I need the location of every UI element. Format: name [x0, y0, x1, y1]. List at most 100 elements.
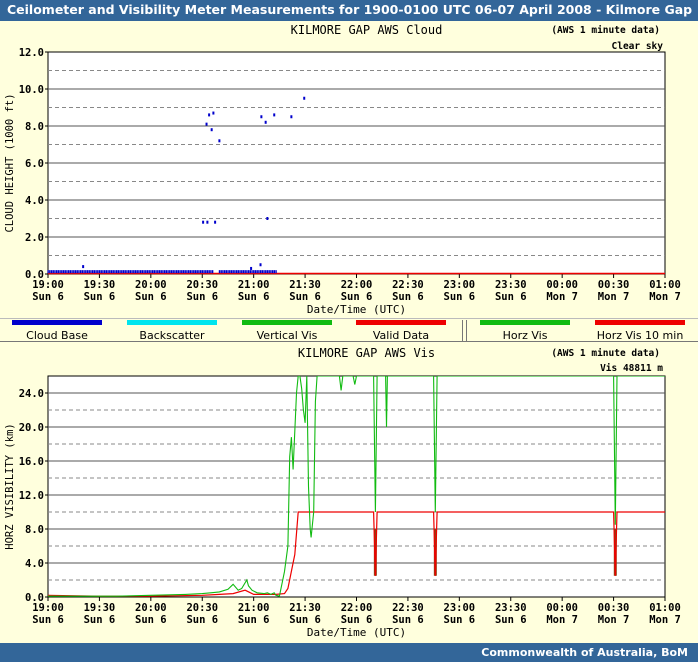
x-tick-label: 01:00 [649, 602, 681, 614]
legend-item: Valid Data [356, 320, 446, 342]
cloud-base-point [181, 270, 183, 274]
x-tick-label: Sun 6 [289, 614, 321, 626]
cloud-base-point [193, 270, 195, 274]
cloud-base-point [112, 270, 114, 274]
cloud-base-point [71, 270, 73, 274]
cloud-base-point [143, 270, 145, 274]
cloud-base-point [97, 270, 99, 274]
cloud-base-point [239, 270, 241, 274]
cloud-base-point [244, 270, 246, 274]
cloud-base-point [253, 270, 255, 274]
cloud-base-point [223, 270, 226, 274]
cloud-base-point [182, 270, 185, 274]
cloud-base-point [145, 270, 147, 274]
x-tick-label: 00:00 [546, 279, 578, 291]
x-tick-label: 21:00 [238, 602, 270, 614]
x-axis-label: Date/Time (UTC) [307, 303, 406, 316]
cloud-base-point [261, 270, 264, 274]
cloud-base-point [165, 270, 168, 274]
cloud-base-point [220, 270, 222, 274]
cloud-base-point [158, 270, 161, 274]
cloud-base-point [64, 270, 66, 274]
cloud-base-point [214, 220, 217, 224]
cloud-base-point [266, 270, 269, 274]
x-tick-label: 20:30 [186, 602, 218, 614]
cloud-base-point [210, 128, 213, 132]
x-tick-label: Sun 6 [444, 614, 476, 626]
x-tick-label: Sun 6 [135, 291, 167, 303]
y-tick-label: 10.0 [19, 84, 44, 96]
cloud-base-point [105, 270, 108, 274]
cloud-base-point [259, 270, 262, 274]
x-tick-label: 22:30 [392, 602, 424, 614]
y-tick-label: 12.0 [19, 47, 44, 59]
x-tick-label: 20:30 [186, 279, 218, 291]
y-tick-label: 24.0 [19, 388, 44, 400]
cloud-base-point [73, 270, 75, 274]
cloud-base-point [229, 270, 231, 274]
x-tick-label: 00:30 [598, 602, 630, 614]
cloud-base-point [157, 270, 159, 274]
x-tick-label: 22:30 [392, 279, 424, 291]
cloud-base-point [189, 270, 192, 274]
cloud-base-point [95, 270, 97, 274]
x-tick-label: 22:00 [341, 602, 373, 614]
cloud-base-point [93, 270, 96, 274]
cloud-base-point [102, 270, 104, 274]
cloud-base-point [85, 270, 87, 274]
chart-title: KILMORE GAP AWS Vis [298, 346, 435, 360]
x-tick-label: 19:00 [32, 602, 64, 614]
legend-item: Backscatter [127, 320, 217, 342]
chart-note: (AWS 1 minute data) [551, 348, 660, 359]
x-tick-label: 19:00 [32, 279, 64, 291]
cloud-base-point [49, 270, 51, 274]
cloud-base-point [155, 270, 157, 274]
cloud-base-point [55, 270, 58, 274]
x-tick-label: 19:30 [84, 602, 116, 614]
cloud-base-point [88, 270, 90, 274]
cloud-base-point [265, 270, 267, 274]
cloud-base-point [98, 270, 101, 274]
cloud-base-point [133, 270, 135, 274]
cloud-base-point [203, 270, 205, 274]
cloud-base-point [290, 115, 293, 119]
cloud-base-point [122, 270, 125, 274]
y-tick-label: 8.0 [25, 121, 44, 133]
legend-swatch [356, 320, 446, 325]
x-tick-label: 20:00 [135, 279, 167, 291]
x-tick-label: 00:00 [546, 602, 578, 614]
x-tick-label: Sun 6 [495, 614, 527, 626]
x-tick-label: Sun 6 [84, 291, 116, 303]
y-tick-label: 6.0 [25, 158, 44, 170]
cloud-base-point [107, 270, 109, 274]
cloud-base-point [100, 270, 102, 274]
cloud-base-point [232, 270, 234, 274]
legend-item: Horz Vis [480, 320, 570, 342]
cloud-base-point [175, 270, 178, 274]
cloud-base-point [54, 270, 56, 274]
y-tick-label: 4.0 [25, 195, 44, 207]
cloud-base-point [247, 270, 250, 274]
cloud-base-point [67, 270, 70, 274]
cloud-base-point [76, 270, 78, 274]
cloud-base-point [179, 270, 181, 274]
cloud-base-point [235, 270, 238, 274]
chart-separator [0, 318, 698, 319]
cloud-base-point [303, 96, 306, 100]
cloud-base-point [201, 270, 204, 274]
cloud-chart: KILMORE GAP AWS Cloud (AWS 1 minute data)… [4, 23, 681, 316]
x-tick-label: 19:30 [84, 279, 116, 291]
cloud-base-point [263, 270, 265, 274]
x-tick-label: Sun 6 [392, 614, 424, 626]
cloud-base-point [250, 266, 253, 270]
cloud-base-point [150, 270, 152, 274]
cloud-base-point [254, 270, 257, 274]
cloud-base-point [47, 270, 49, 274]
y-tick-label: 16.0 [19, 456, 44, 468]
y-tick-label: 8.0 [25, 524, 44, 536]
cloud-base-point [266, 217, 269, 220]
cloud-base-point [148, 270, 150, 274]
cloud-base-point [163, 270, 166, 274]
cloud-base-point [81, 270, 84, 274]
cloud-base-point [260, 115, 263, 119]
